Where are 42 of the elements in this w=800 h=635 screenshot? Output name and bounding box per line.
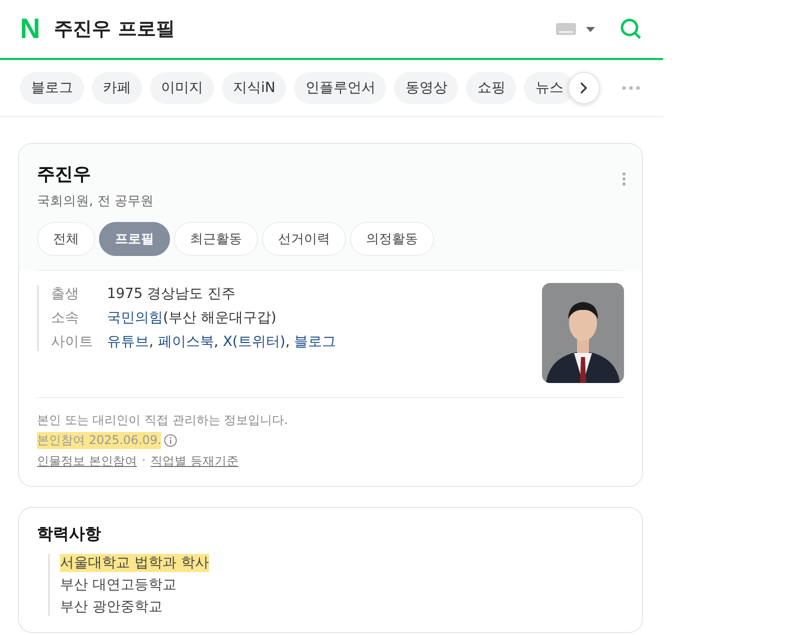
person-title: 국회의원, 전 공무원: [37, 193, 154, 210]
profile-tab[interactable]: 최근활동: [174, 222, 258, 256]
site-link[interactable]: 페이스북: [158, 334, 214, 350]
category-chip[interactable]: 쇼핑: [466, 72, 516, 104]
category-chip[interactable]: 인플루언서: [294, 72, 386, 104]
site-link[interactable]: 블로그: [294, 334, 336, 350]
info-value: 1975 경상남도 진주: [107, 285, 236, 303]
site-link[interactable]: 유튜브: [107, 334, 149, 350]
party-link[interactable]: 국민의힘: [107, 310, 163, 326]
person-name: 주진우: [37, 163, 92, 186]
more-options-icon[interactable]: [622, 172, 626, 186]
footer-link[interactable]: 인물정보 본인참여: [37, 453, 137, 470]
category-chip[interactable]: 블로그: [20, 72, 84, 104]
education-item: 부산 광안중학교: [60, 598, 162, 616]
education-item: 서울대학교 법학과 학사: [60, 554, 209, 572]
profile-tab[interactable]: 전체: [37, 222, 95, 256]
category-chip[interactable]: 카페: [92, 72, 142, 104]
next-button[interactable]: [568, 72, 600, 104]
info-label: 사이트: [51, 333, 94, 351]
profile-tab[interactable]: 선거이력: [262, 222, 346, 256]
category-chip[interactable]: 이미지: [150, 72, 214, 104]
profile-tab[interactable]: 의정활동: [350, 222, 434, 256]
chevron-right-icon: [580, 82, 588, 94]
section-title: 학력사항: [37, 524, 102, 545]
keyboard-icon[interactable]: [556, 23, 576, 35]
education-item: 부산 대연고등학교: [60, 576, 176, 594]
caret-icon[interactable]: [586, 26, 595, 32]
category-chip[interactable]: 지식iN: [222, 72, 286, 104]
category-chip[interactable]: 동영상: [394, 72, 458, 104]
participation-date: 본인참여 2025.06.09.: [37, 432, 162, 449]
footer-link[interactable]: 직업별 등재기준: [150, 453, 238, 470]
affiliation-text: 국민의힘(부산 해운대구갑): [107, 309, 276, 327]
info-label: 출생: [51, 285, 80, 303]
search-icon[interactable]: [619, 17, 643, 41]
more-icon[interactable]: [622, 86, 640, 90]
search-query[interactable]: 주진우 프로필: [54, 16, 542, 42]
site-link[interactable]: X(트위터): [222, 334, 286, 350]
info-icon[interactable]: [164, 434, 178, 447]
separator-dot: ·: [142, 453, 146, 469]
site-links: 유튜브, 페이스북, X(트위터), 블로그: [107, 333, 336, 351]
info-label: 소속: [51, 309, 80, 327]
notice-text: 본인 또는 대리인이 직접 관리하는 정보입니다.: [37, 412, 289, 429]
